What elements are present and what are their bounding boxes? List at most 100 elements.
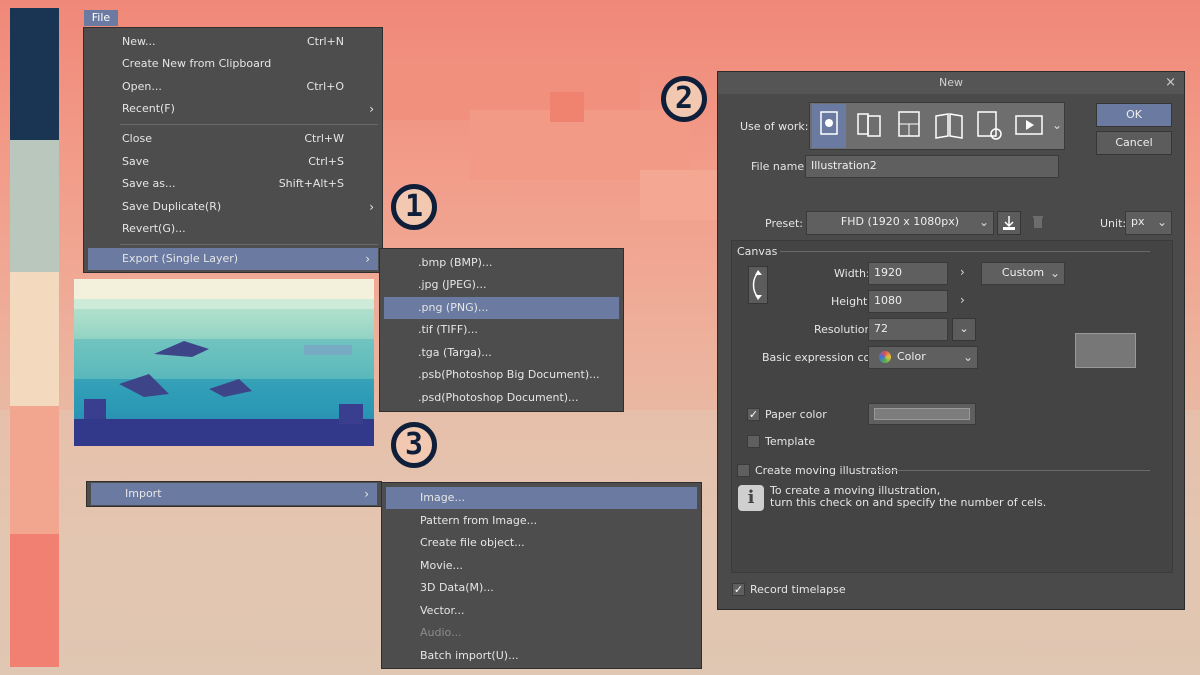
resolution-field[interactable]: 72 [868,318,948,341]
chevron-down-icon: ⌄ [962,350,973,364]
import-audio: Audio... [420,626,462,639]
chevron-right-icon[interactable]: › [960,293,965,307]
export-psd[interactable]: .psd(Photoshop Document)... [380,387,623,409]
paper-color-checkbox[interactable]: ✓ [747,408,760,421]
menu-item-save-duplicate[interactable]: Save Duplicate(R) › [84,196,382,218]
width-field[interactable]: 1920 [868,262,948,285]
template-checkbox[interactable] [747,435,760,448]
pixel-art-thumbnail [74,279,374,446]
menu-item-label: Close [122,132,152,145]
unit-dropdown[interactable]: px ⌄ [1125,211,1172,235]
menu-item-label: New... [122,35,156,48]
shortcut-label: Shift+Alt+S [278,177,344,190]
section-divider [870,470,1150,471]
import-image[interactable]: Image... [386,487,697,509]
import-pattern-from-image[interactable]: Pattern from Image... [382,510,701,532]
export-tga[interactable]: .tga (Targa)... [380,342,623,364]
webtoon-icon[interactable] [892,104,926,148]
export-jpg[interactable]: .jpg (JPEG)... [380,274,623,296]
cancel-button[interactable]: Cancel [1096,131,1172,155]
delete-preset-icon[interactable] [1031,214,1045,230]
ok-button[interactable]: OK [1096,103,1172,127]
import-3d-data[interactable]: 3D Data(M)... [382,577,701,599]
expression-color-dropdown[interactable]: Color ⌄ [868,346,978,369]
menu-item-recent[interactable]: Recent(F) › [84,98,382,120]
menu-divider [120,124,378,125]
shortcut-label: Ctrl+W [304,132,344,145]
export-psb[interactable]: .psb(Photoshop Big Document)... [380,364,623,386]
use-of-work-label: Use of work: [740,120,809,133]
menu-item-revert[interactable]: Revert(G)... [84,218,382,240]
import-submenu: Image... Pattern from Image... Create fi… [381,482,702,669]
width-label: Width: [834,267,870,280]
chevron-down-icon: ⌄ [1156,215,1167,229]
menu-item-export-single-layer[interactable]: Export (Single Layer) › [88,248,378,270]
chevron-right-icon: › [369,200,374,214]
shortcut-label: Ctrl+N [306,35,344,48]
import-create-file-object[interactable]: Create file object... [382,532,701,554]
close-icon[interactable]: × [1165,72,1176,94]
preset-dropdown[interactable]: FHD (1920 x 1080px) ⌄ [806,211,994,235]
menu-divider [120,244,378,245]
menu-item-new[interactable]: New... Ctrl+N [84,31,382,53]
chevron-right-icon: › [364,487,369,501]
dialog-title-bar: New × [718,72,1184,94]
height-field[interactable]: 1080 [868,290,948,313]
menu-item-save-as[interactable]: Save as... Shift+Alt+S [84,173,382,195]
menu-item-import[interactable]: Import › [91,483,377,505]
import-batch[interactable]: Batch import(U)... [382,645,701,667]
chevron-down-icon: ⌄ [959,322,969,335]
menu-item-create-from-clipboard[interactable]: Create New from Clipboard [84,53,382,75]
custom-settings-icon[interactable] [972,104,1006,148]
file-name-label: File name: [751,160,808,173]
palette-swatch [10,8,59,140]
import-vector[interactable]: Vector... [382,600,701,622]
shortcut-label: Ctrl+O [306,80,344,93]
menu-item-label: Save [122,155,150,168]
height-label: Height: [831,295,872,308]
chevron-right-icon: › [369,102,374,116]
paper-color-swatch[interactable] [868,403,976,425]
menu-item-label: Open... [122,80,162,93]
menu-item-label: Revert(G)... [122,222,186,235]
step-badge-2: 2 [661,76,707,122]
export-png[interactable]: .png (PNG)... [384,297,619,319]
canvas-section-label: Canvas [737,245,778,258]
menu-item-save[interactable]: Save Ctrl+S [84,151,382,173]
step-badge-3: 3 [391,422,437,468]
export-tif[interactable]: .tif (TIFF)... [380,319,623,341]
animation-icon[interactable] [1012,104,1046,148]
menu-item-label: Recent(F) [122,102,175,115]
menu-item-label: Save Duplicate(R) [122,200,222,213]
record-timelapse-checkbox[interactable]: ✓ [732,583,745,596]
export-bmp[interactable]: .bmp (BMP)... [380,252,623,274]
save-preset-icon[interactable] [997,211,1021,235]
file-menu-tab[interactable]: File [84,10,118,26]
paper-color-label: Paper color [765,408,827,421]
unit-label: Unit: [1100,217,1127,230]
import-movie[interactable]: Movie... [382,555,701,577]
illustration-icon[interactable] [812,104,846,148]
file-menu: New... Ctrl+N Create New from Clipboard O… [83,27,383,273]
canvas-preview [1075,333,1136,368]
chevron-right-icon[interactable]: › [960,265,965,279]
menu-item-label: Export (Single Layer) [122,252,239,265]
file-name-field[interactable]: Illustration2 [805,155,1059,178]
moving-illustration-checkbox[interactable] [737,464,750,477]
menu-item-open[interactable]: Open... Ctrl+O [84,76,382,98]
preset-value: FHD (1920 x 1080px) [840,215,960,228]
shortcut-label: Ctrl+S [308,155,344,168]
unit-value: px [1131,215,1145,228]
book-icon[interactable] [932,104,966,148]
menu-item-label: Import [125,487,162,500]
chevron-down-icon: ⌄ [1049,266,1060,280]
menu-item-close[interactable]: Close Ctrl+W [84,128,382,150]
chevron-down-icon: ⌄ [978,215,989,229]
color-wheel-icon [879,351,891,363]
resolution-dropdown-button[interactable]: ⌄ [952,318,976,341]
size-preset-dropdown[interactable]: Custom ⌄ [981,262,1065,285]
swap-orientation-icon[interactable] [748,266,768,304]
comic-icon[interactable] [852,104,886,148]
chevron-down-icon[interactable]: ⌄ [1052,118,1062,132]
menu-item-label: Save as... [122,177,176,190]
